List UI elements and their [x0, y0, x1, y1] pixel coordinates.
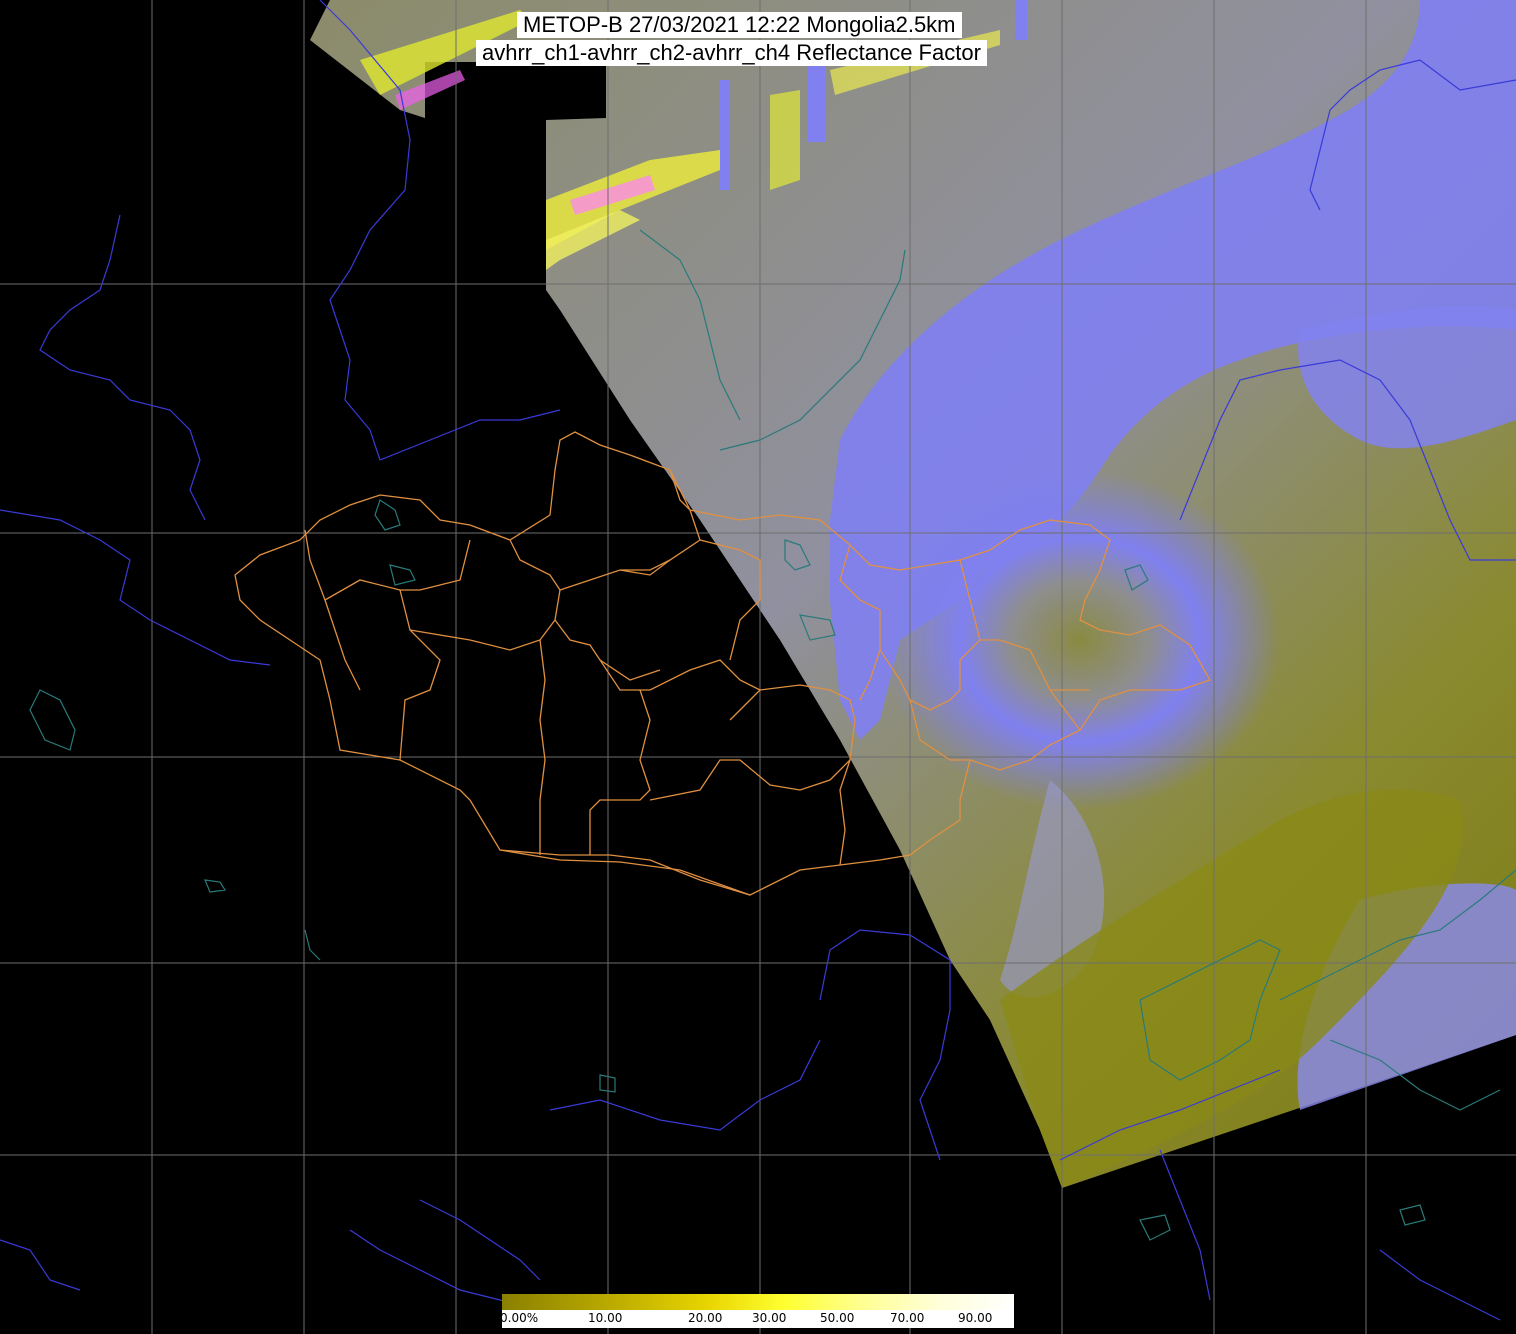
color-legend: 0.00% 10.00 20.00 30.00 50.00 70.00 90.0…: [500, 1294, 1014, 1328]
legend-tick-70: 70.00: [890, 1311, 925, 1325]
map-title: METOP-B 27/03/2021 12:22 Mongolia2.5km: [517, 12, 962, 38]
legend-tick-30: 30.00: [752, 1311, 787, 1325]
legend-tick-90: 90.00: [958, 1311, 993, 1325]
map-subtitle: avhrr_ch1-avhrr_ch2-avhrr_ch4 Reflectanc…: [476, 40, 987, 66]
legend-tick-20: 20.00: [688, 1311, 723, 1325]
satellite-map-viewport: METOP-B 27/03/2021 12:22 Mongolia2.5km a…: [0, 0, 1516, 1334]
legend-tick-10: 10.00: [588, 1311, 623, 1325]
cyclone: [880, 470, 1280, 810]
legend-tick-50: 50.00: [820, 1311, 855, 1325]
legend-tick-0: 0.00%: [500, 1311, 539, 1325]
satellite-swath: [310, 0, 1516, 1188]
legend-color-bar: [502, 1294, 1014, 1310]
satellite-map: [0, 0, 1516, 1334]
